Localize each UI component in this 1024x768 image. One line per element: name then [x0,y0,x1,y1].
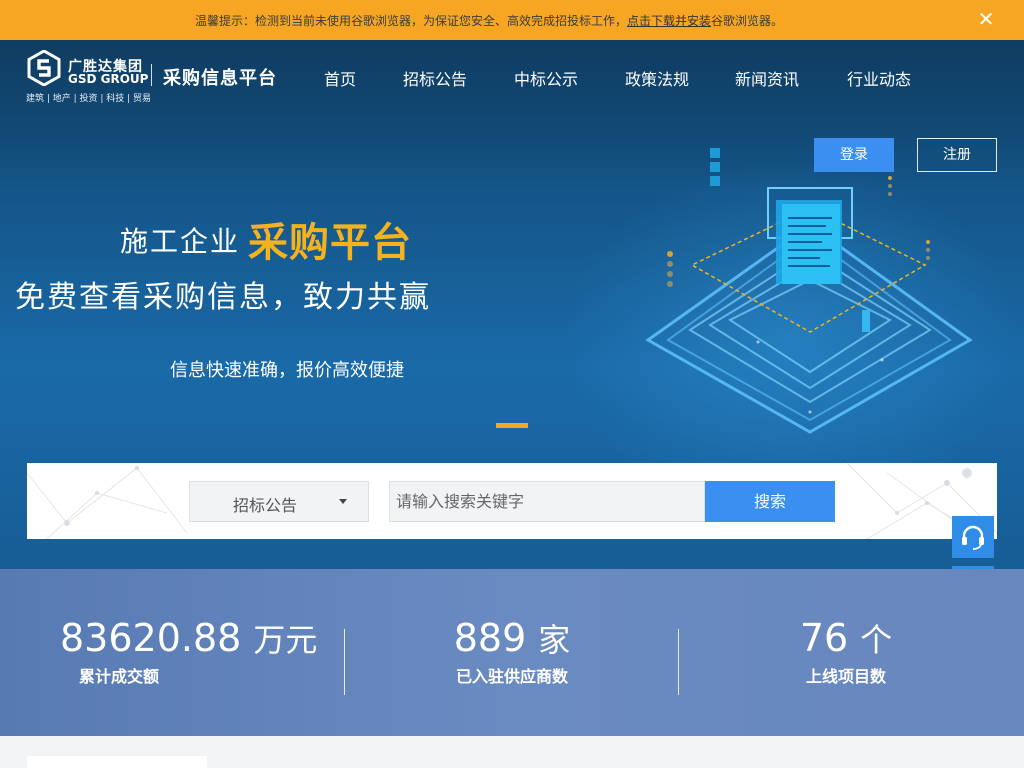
stat-projects-unit: 个 [860,621,893,659]
stat-suppliers-label: 已入驻供应商数 [455,667,568,686]
nav-item-tender-notice[interactable]: 招标公告 [403,66,467,90]
stat-suppliers: 889 家 已入驻供应商数 [412,615,612,695]
stats-section: 83620.88 万元 累计成交额 889 家 已入驻供应商数 76 个 上线项目数 [0,569,1024,736]
download-chrome-link[interactable]: 点击下载并安装 [627,14,711,28]
brand-business-lines: 建筑 | 地产 | 投资 | 科技 | 贸易 [26,94,152,104]
stat-projects: 76 个 上线项目数 [746,615,946,695]
nav-item-policy[interactable]: 政策法规 [625,66,689,90]
notice-text: 温馨提示：检测到当前未使用谷歌浏览器，为保证您安全、高效完成招投标工作，点击下载… [195,12,783,29]
stat-projects-label: 上线项目数 [805,667,886,686]
search-panel: 招标公告 搜索 [27,463,997,539]
stat-divider [344,629,345,695]
notice-message: 温馨提示：检测到当前未使用谷歌浏览器，为保证您安全、高效完成招投标工作， [195,14,628,28]
nav-item-home[interactable]: 首页 [324,66,356,90]
stat-suppliers-value: 889 [453,616,527,660]
stat-turnover-unit: 万元 [253,621,318,659]
search-button[interactable]: 搜索 [705,481,835,522]
hero-subtitle: 免费查看采购信息，致力共赢 [15,280,431,315]
browser-notice-bar: 温馨提示：检测到当前未使用谷歌浏览器，为保证您安全、高效完成招投标工作，点击下载… [0,0,1024,40]
search-input[interactable] [389,481,705,522]
stat-turnover-label: 累计成交额 [78,667,159,686]
hero-tagline: 信息快速准确，报价高效便捷 [170,360,404,381]
stat-turnover-value: 83620.88 [60,616,242,660]
hero-slogan-highlight: 采购平台 [248,220,412,266]
logo-divider [151,64,152,86]
search-category-select[interactable]: 招标公告 [189,481,369,522]
stat-suppliers-value-row: 889 家 [412,615,612,661]
content-tab-stub[interactable] [27,756,207,768]
customer-service-button[interactable] [952,516,994,558]
stat-suppliers-unit: 家 [538,621,571,659]
notice-suffix: 谷歌浏览器。 [711,14,784,28]
platform-illustration [645,148,973,434]
stat-turnover-value-row: 83620.88 万元 [60,615,317,661]
stat-projects-value-row: 76 个 [746,615,946,661]
site-logo[interactable]: 广胜达集团 GSD GROUP 建筑 | 地产 | 投资 | 科技 | 贸易 [26,50,151,106]
hero-slogan-prefix: 施工企业 [120,225,241,258]
search-category-label: 招标公告 [233,496,298,515]
nav-item-news[interactable]: 新闻资讯 [735,66,799,90]
hero-accent-bar [496,423,528,428]
hero-banner: 广胜达集团 GSD GROUP 建筑 | 地产 | 投资 | 科技 | 贸易 采… [0,40,1024,569]
stat-divider [678,629,679,695]
stat-turnover: 83620.88 万元 累计成交额 [60,615,317,695]
brand-name-en: GSD GROUP [68,72,149,86]
headset-icon [962,525,984,550]
platform-title: 采购信息平台 [163,68,277,89]
stat-projects-value: 76 [799,616,849,660]
nav-item-award-notice[interactable]: 中标公示 [514,66,578,90]
close-icon[interactable]: ✕ [976,9,996,29]
nav-item-industry[interactable]: 行业动态 [847,66,911,90]
gsd-logo-icon [27,50,61,86]
chevron-down-icon [339,499,347,504]
